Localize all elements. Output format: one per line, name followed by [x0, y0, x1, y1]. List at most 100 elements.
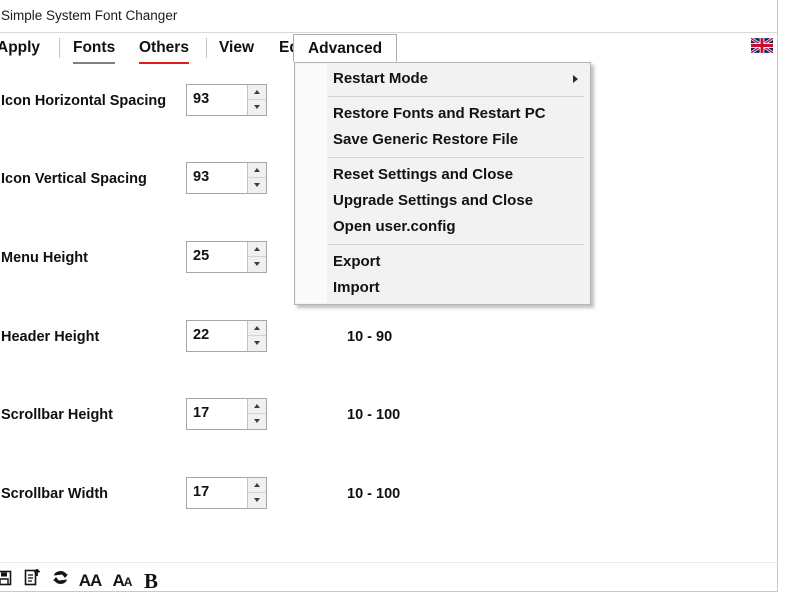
stepper-down-button[interactable]	[248, 414, 266, 429]
scrollbar-height-stepper[interactable]: 17	[186, 398, 267, 430]
stepper-up-button[interactable]	[248, 85, 266, 100]
bottom-toolbar: AA AA B	[0, 568, 777, 598]
setting-label: Scrollbar Width	[1, 486, 109, 502]
chevron-down-icon	[253, 419, 260, 423]
menu-item-others-label: Others	[139, 34, 189, 64]
increase-font-icon[interactable]: AA	[77, 568, 103, 594]
menu-option-save-generic-restore-file[interactable]: Save Generic Restore File	[295, 127, 590, 153]
header-height-stepper[interactable]: 22	[186, 320, 267, 352]
menu-option-label: Upgrade Settings and Close	[333, 192, 534, 209]
scrollbar-width-stepper[interactable]: 17	[186, 477, 267, 509]
union-jack-flag-icon[interactable]	[751, 38, 773, 53]
menu-option-label: Save Generic Restore File	[333, 131, 519, 148]
setting-row-scrollbar-width: Scrollbar Width 17 10 - 100	[0, 477, 777, 517]
menu-option-open-user-config[interactable]: Open user.config	[295, 214, 590, 240]
stepper-up-button[interactable]	[248, 163, 266, 178]
union-jack-flag-svg	[751, 38, 773, 53]
menu-separator	[328, 157, 584, 158]
export-document-icon-svg	[24, 568, 40, 586]
menu-separator	[328, 96, 584, 97]
menu-height-stepper[interactable]: 25	[186, 241, 267, 273]
menu-item-others[interactable]: Others	[137, 34, 191, 64]
setting-row-header-height: Header Height 22 10 - 90	[0, 320, 777, 360]
stepper-buttons	[247, 478, 266, 508]
decrease-font-icon[interactable]: AA	[109, 568, 135, 594]
stepper-up-button[interactable]	[248, 242, 266, 257]
menu-item-view[interactable]: View	[217, 34, 256, 62]
stepper-down-button[interactable]	[248, 493, 266, 508]
advanced-dropdown-menu: Restart Mode Restore Fonts and Restart P…	[294, 62, 591, 305]
menu-option-label: Restore Fonts and Restart PC	[333, 105, 546, 122]
icon-horizontal-spacing-stepper[interactable]: 93	[186, 84, 267, 116]
toolbar-divider	[0, 562, 777, 563]
setting-label: Icon Horizontal Spacing	[1, 93, 167, 109]
refresh-icon-svg	[52, 571, 68, 584]
menu-option-label: Restart Mode	[333, 70, 429, 87]
chevron-up-icon	[253, 247, 260, 251]
setting-range: 10 - 100	[347, 407, 401, 423]
menu-option-restart-mode[interactable]: Restart Mode	[295, 66, 590, 92]
stepper-down-button[interactable]	[248, 100, 266, 115]
save-icon[interactable]	[0, 568, 15, 594]
menu-item-apply[interactable]: Apply	[0, 34, 42, 62]
menu-option-label: Open user.config	[333, 218, 456, 235]
stepper-down-button[interactable]	[248, 178, 266, 193]
bold-glyph: B	[143, 569, 158, 593]
icon-vertical-spacing-stepper[interactable]: 93	[186, 162, 267, 194]
menu-separator	[328, 244, 584, 245]
menu-option-label: Export	[333, 253, 381, 270]
refresh-icon[interactable]	[49, 568, 71, 594]
save-icon-svg	[0, 570, 12, 586]
menu-option-label: Import	[333, 279, 380, 296]
export-document-icon[interactable]	[21, 568, 43, 594]
menu-divider-1	[59, 38, 60, 58]
stepper-up-button[interactable]	[248, 321, 266, 336]
chevron-up-icon	[253, 404, 260, 408]
menu-item-fonts-label: Fonts	[73, 34, 116, 64]
stepper-buttons	[247, 399, 266, 429]
stepper-buttons	[247, 321, 266, 351]
chevron-down-icon	[253, 105, 260, 109]
menu-option-export[interactable]: Export	[295, 249, 590, 275]
stepper-down-button[interactable]	[248, 257, 266, 272]
stepper-down-button[interactable]	[248, 336, 266, 351]
increase-font-glyph: AA	[78, 571, 103, 590]
chevron-up-icon	[253, 90, 260, 94]
menu-option-label: Reset Settings and Close	[333, 166, 514, 183]
chevron-down-icon	[253, 341, 260, 345]
chevron-up-icon	[253, 483, 260, 487]
stepper-buttons	[247, 85, 266, 115]
bold-icon[interactable]: B	[141, 568, 161, 594]
menu-item-fonts[interactable]: Fonts	[71, 34, 117, 64]
chevron-down-icon	[253, 262, 260, 266]
menu-item-advanced[interactable]: Advanced	[293, 34, 397, 62]
stepper-value: 17	[193, 405, 210, 421]
application-window: Simple System Font Changer Apply Fonts O…	[0, 0, 778, 593]
setting-row-scrollbar-height: Scrollbar Height 17 10 - 100	[0, 398, 777, 438]
decrease-font-glyph: AA	[112, 571, 133, 590]
menu-option-reset-settings-and-close[interactable]: Reset Settings and Close	[295, 162, 590, 188]
setting-label: Header Height	[1, 329, 100, 345]
menu-divider-2	[206, 38, 207, 58]
chevron-up-icon	[253, 326, 260, 330]
menu-item-advanced-label: Advanced	[307, 40, 383, 57]
menu-option-restore-fonts-and-restart-pc[interactable]: Restore Fonts and Restart PC	[295, 101, 590, 127]
stepper-up-button[interactable]	[248, 399, 266, 414]
setting-label: Menu Height	[1, 250, 88, 266]
stepper-value: 22	[193, 327, 210, 343]
stepper-value: 93	[193, 91, 210, 107]
menu-option-upgrade-settings-and-close[interactable]: Upgrade Settings and Close	[295, 188, 590, 214]
stepper-up-button[interactable]	[248, 478, 266, 493]
stepper-value: 25	[193, 248, 210, 264]
stepper-value: 17	[193, 484, 210, 500]
chevron-down-icon	[253, 183, 260, 187]
window-title: Simple System Font Changer	[1, 8, 178, 23]
stepper-buttons	[247, 163, 266, 193]
chevron-up-icon	[253, 168, 260, 172]
menu-item-apply-label: Apply	[0, 39, 41, 56]
chevron-down-icon	[253, 498, 260, 502]
menu-option-import[interactable]: Import	[295, 275, 590, 301]
submenu-arrow-icon	[573, 75, 578, 83]
setting-label: Scrollbar Height	[1, 407, 113, 423]
title-bar: Simple System Font Changer	[0, 0, 777, 33]
